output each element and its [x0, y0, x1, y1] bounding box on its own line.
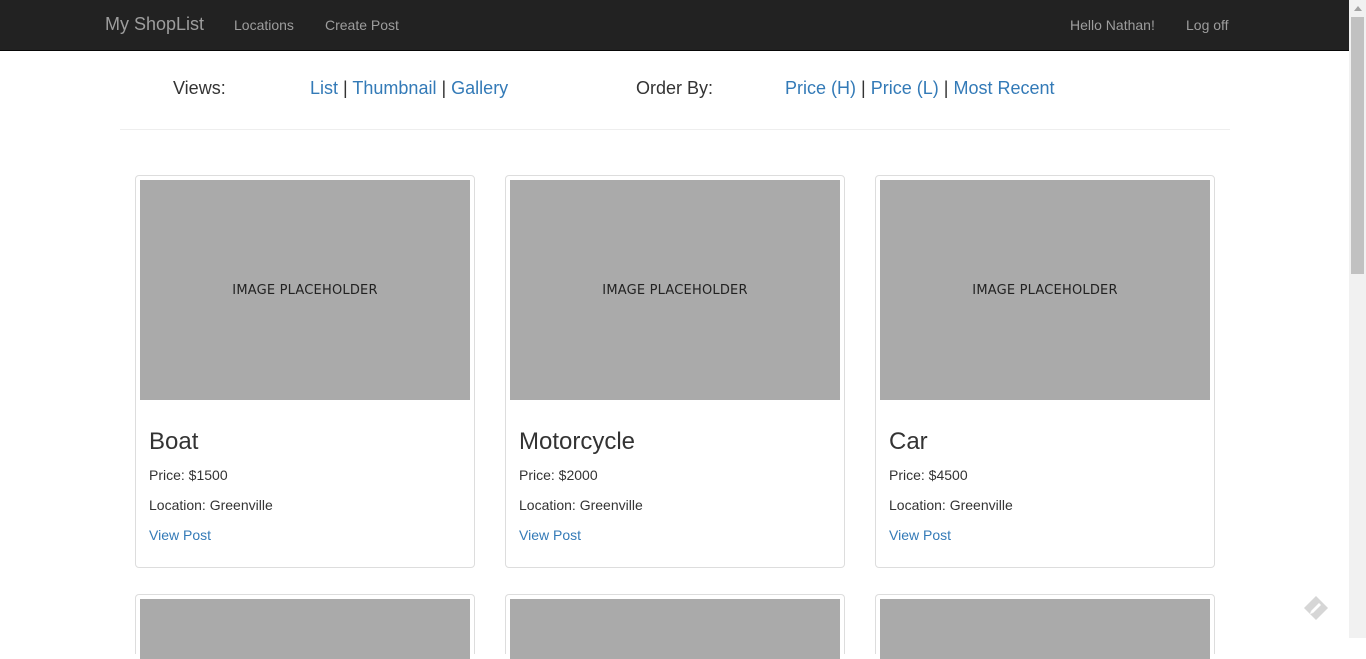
view-post-link[interactable]: View Post [889, 527, 951, 543]
order-most-recent-link[interactable]: Most Recent [953, 78, 1054, 98]
scrollbar-thumb[interactable] [1351, 17, 1364, 274]
view-gallery-link[interactable]: Gallery [451, 78, 508, 98]
separator: | [861, 78, 866, 98]
nav-locations[interactable]: Locations [234, 17, 294, 33]
listing-location: Location: Greenville [519, 497, 643, 513]
separator: | [343, 78, 348, 98]
separator: | [441, 78, 447, 98]
vertical-scrollbar[interactable] [1349, 0, 1366, 638]
image-placeholder-text: IMAGE PLACEHOLDER [232, 282, 378, 298]
nav-create-post[interactable]: Create Post [325, 17, 399, 33]
listing-card: IMAGE PLACEHOLDER Motorcycle Price: $200… [505, 175, 845, 568]
listing-card-partial [875, 594, 1215, 659]
view-post-link[interactable]: View Post [149, 527, 211, 543]
listing-image[interactable]: IMAGE PLACEHOLDER [510, 180, 840, 400]
listing-price: Price: $2000 [519, 467, 598, 483]
listing-card: IMAGE PLACEHOLDER Boat Price: $1500 Loca… [135, 175, 475, 568]
listing-image[interactable] [880, 599, 1210, 659]
listing-image[interactable] [140, 599, 470, 659]
listing-title: Motorcycle [519, 428, 636, 455]
order-price-high-link[interactable]: Price (H) [785, 78, 856, 98]
top-navbar: My ShopList Locations Create Post Hello … [0, 0, 1349, 51]
listing-price: Price: $4500 [889, 467, 968, 483]
image-placeholder-text: IMAGE PLACEHOLDER [602, 282, 748, 298]
listing-image[interactable]: IMAGE PLACEHOLDER [140, 180, 470, 400]
listing-price: Price: $1500 [149, 467, 228, 483]
brand-link[interactable]: My ShopList [105, 14, 204, 35]
order-links: Price (H) | Price (L) | Most Recent [785, 78, 1055, 99]
listing-card-partial [505, 594, 845, 659]
listing-image[interactable] [510, 599, 840, 659]
listing-card: IMAGE PLACEHOLDER Car Price: $4500 Locat… [875, 175, 1215, 568]
nav-greeting[interactable]: Hello Nathan! [1070, 17, 1155, 33]
pencil-diamond-icon[interactable] [1302, 594, 1330, 622]
view-list-link[interactable]: List [310, 78, 338, 98]
listing-location: Location: Greenville [889, 497, 1013, 513]
listing-image[interactable]: IMAGE PLACEHOLDER [880, 180, 1210, 400]
view-post-link[interactable]: View Post [519, 527, 581, 543]
listing-card-partial [135, 594, 475, 659]
views-label: Views: [173, 78, 226, 98]
divider [120, 129, 1230, 130]
view-thumbnail-link[interactable]: Thumbnail [352, 78, 436, 98]
order-price-low-link[interactable]: Price (L) [871, 78, 939, 98]
views-links: List | Thumbnail | Gallery [310, 78, 508, 99]
listing-title: Car [889, 428, 928, 455]
listing-location: Location: Greenville [149, 497, 273, 513]
order-by-label: Order By: [636, 78, 714, 98]
listing-title: Boat [149, 428, 199, 455]
scroll-up-arrow-icon[interactable] [1349, 0, 1366, 17]
separator: | [943, 78, 949, 98]
nav-logoff[interactable]: Log off [1186, 17, 1229, 33]
image-placeholder-text: IMAGE PLACEHOLDER [972, 282, 1118, 298]
